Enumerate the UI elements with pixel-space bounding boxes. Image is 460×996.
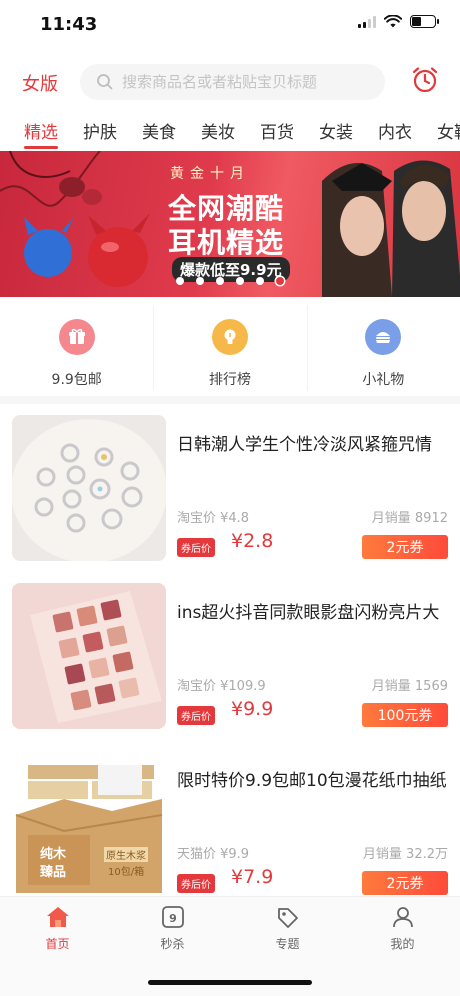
status-icons (358, 15, 439, 28)
status-time: 11:43 (40, 14, 98, 35)
tab-womens-clothing[interactable]: 女装 (319, 118, 353, 143)
user-icon (392, 907, 413, 928)
quick-nav-small-gifts[interactable]: 小礼物 (307, 305, 460, 395)
tab-home[interactable]: 首页 (0, 897, 115, 996)
tissue-box-text: 纯木 (40, 847, 67, 862)
tab-profile[interactable]: 我的 (345, 897, 460, 996)
tag-icon (277, 908, 298, 928)
tab-label: 秒杀 (160, 937, 185, 951)
quick-nav-label: 排行榜 (208, 372, 251, 388)
banner-dot-active[interactable] (276, 277, 284, 285)
tab-lingerie[interactable]: 内衣 (378, 118, 412, 143)
banner-dot[interactable] (236, 277, 244, 285)
signal-icon (358, 15, 376, 28)
monthly-sales: 月销量 32.2万 (362, 847, 448, 862)
final-price: ¥7.9 (231, 866, 274, 888)
tab-womens-shoes[interactable]: 女鞋 (437, 118, 460, 143)
active-tab-indicator (24, 146, 58, 149)
tissue-box-text: 原生木浆 (104, 847, 148, 862)
tab-featured[interactable]: 精选 (24, 118, 58, 143)
final-price: ¥2.8 (231, 530, 274, 552)
search-bar[interactable] (80, 64, 385, 100)
search-icon (94, 71, 116, 93)
product-title: ins超火抖音同款眼影盘闪粉亮片大 (177, 603, 440, 623)
tab-makeup[interactable]: 美妆 (201, 118, 235, 143)
product-title: 日韩潮人学生个性冷淡风紧箍咒情 (177, 435, 432, 455)
tissue-box-text: 臻品 (40, 865, 67, 880)
banner-pagination (176, 277, 284, 285)
top-header: 女版 (0, 60, 460, 104)
banner-dot[interactable] (196, 277, 204, 285)
original-price: 天猫价 ¥9.9 (177, 847, 250, 862)
coupon-button[interactable]: 2元券 (362, 871, 448, 895)
svg-text:9: 9 (169, 912, 177, 925)
quick-nav-label: 小礼物 (362, 372, 405, 388)
home-icon (46, 907, 69, 927)
models-illustration (322, 160, 460, 297)
burger-icon (365, 319, 402, 355)
gender-switch-button[interactable]: 女版 (22, 70, 58, 96)
product-image-eyeshadow-palette (12, 583, 166, 729)
product-card[interactable]: ins超火抖音同款眼影盘闪粉亮片大 淘宝价 ¥109.9 月销量 1569 券后… (0, 572, 460, 739)
alarm-clock-icon[interactable] (410, 65, 440, 95)
gift-icon (58, 319, 95, 355)
product-image-tissue-box: 纯木 臻品 原生木浆 10包/箱 (12, 751, 166, 897)
tab-general-goods[interactable]: 百货 (260, 118, 294, 143)
quick-nav: 9.9包邮 排行榜 小礼物 (0, 305, 460, 395)
status-bar: 11:43 (0, 0, 460, 50)
search-input[interactable] (122, 73, 382, 91)
quick-nav-free-shipping[interactable]: 9.9包邮 (0, 305, 153, 395)
category-tabs: 精选 护肤 美食 美妆 百货 女装 内衣 女鞋 (0, 112, 460, 152)
tab-food[interactable]: 美食 (142, 118, 176, 143)
home-indicator (148, 980, 312, 985)
product-image-rings (12, 415, 166, 561)
wifi-icon (384, 15, 402, 28)
banner-dot[interactable] (256, 277, 264, 285)
coupon-button[interactable]: 2元券 (362, 535, 448, 559)
coupon-button[interactable]: 100元券 (362, 703, 448, 727)
product-title: 限时特价9.9包邮10包漫花纸巾抽纸 (177, 771, 447, 791)
banner-title-line2: 耳机精选 (168, 226, 285, 259)
monthly-sales: 月销量 1569 (371, 679, 448, 694)
tab-label: 我的 (390, 937, 415, 951)
after-coupon-badge: 券后价 (177, 538, 215, 557)
tab-label: 专题 (275, 937, 300, 951)
product-card[interactable]: 纯木 臻品 原生木浆 10包/箱 限时特价9.9包邮10包漫花纸巾抽纸 天猫价 … (0, 740, 460, 907)
promo-banner[interactable]: 黄金十月 全网潮酷 耳机精选 爆款低至9.9元 (0, 151, 460, 297)
monthly-sales: 月销量 8912 (371, 511, 448, 526)
bulb-icon (211, 319, 248, 355)
final-price: ¥9.9 (231, 698, 274, 720)
original-price: 淘宝价 ¥109.9 (177, 679, 266, 694)
divider (307, 305, 308, 391)
banner-dot[interactable] (216, 277, 224, 285)
product-card[interactable]: 日韩潮人学生个性冷淡风紧箍咒情 淘宝价 ¥4.8 月销量 8912 券后价 ¥2… (0, 404, 460, 571)
flash-sale-icon: 9 (161, 906, 184, 928)
banner-kicker: 黄金十月 (170, 166, 250, 182)
battery-icon (410, 15, 439, 28)
divider (153, 305, 154, 391)
original-price: 淘宝价 ¥4.8 (177, 511, 250, 526)
banner-dot[interactable] (176, 277, 184, 285)
tab-label: 首页 (45, 937, 70, 951)
quick-nav-ranking[interactable]: 排行榜 (153, 305, 306, 395)
after-coupon-badge: 券后价 (177, 874, 215, 893)
tab-skincare[interactable]: 护肤 (83, 118, 117, 143)
earphones-illustration (0, 151, 150, 287)
after-coupon-badge: 券后价 (177, 706, 215, 725)
section-divider (0, 396, 460, 404)
tissue-box-text: 10包/箱 (108, 867, 145, 878)
quick-nav-label: 9.9包邮 (51, 372, 102, 388)
